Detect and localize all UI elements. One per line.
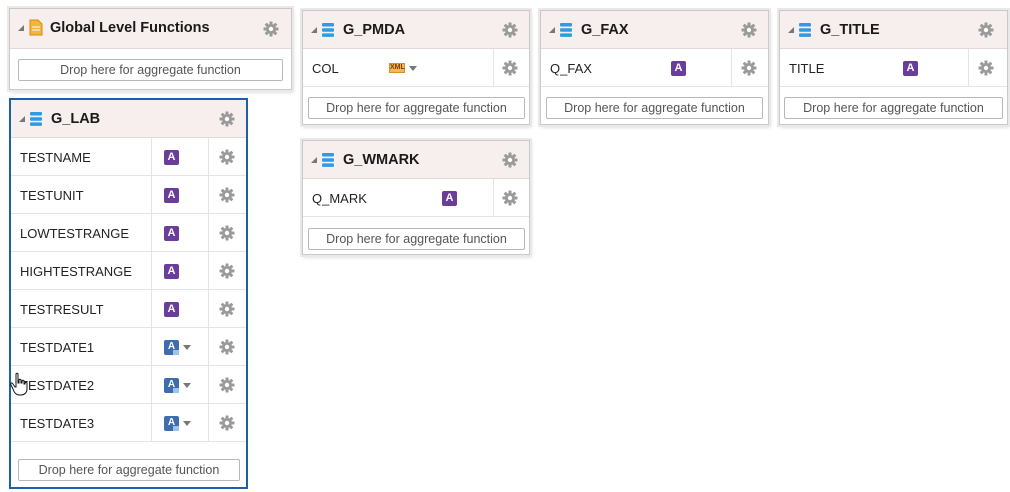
group-title: G_FAX	[581, 22, 629, 38]
global-functions-header[interactable]: Global Level Functions	[10, 9, 291, 49]
string-type-icon[interactable]: A	[164, 188, 179, 203]
aggregate-drop-zone[interactable]: Drop here for aggregate function	[546, 97, 763, 119]
collapse-triangle-icon[interactable]	[311, 157, 317, 163]
aggregate-drop-zone[interactable]: Drop here for aggregate function	[784, 97, 1003, 119]
list-item[interactable]: TESTDATE2 A	[11, 366, 246, 404]
group-header[interactable]: G_WMARK	[303, 141, 529, 179]
column-name: TESTDATE2	[20, 378, 95, 393]
global-functions-title: Global Level Functions	[50, 20, 210, 36]
column-name: LOWTESTRANGE	[20, 226, 130, 241]
list-item[interactable]: TESTDATE3 A	[11, 404, 246, 442]
collapse-triangle-icon[interactable]	[19, 116, 25, 122]
group-title: G_TITLE	[820, 22, 880, 38]
global-functions-panel: Global Level Functions Drop here for agg…	[9, 8, 292, 90]
group-g-title[interactable]: G_TITLE TITLE A Drop here for aggregate …	[779, 10, 1008, 125]
string-type-icon[interactable]: A	[164, 264, 179, 279]
string-type-icon[interactable]: A	[903, 61, 918, 76]
group-g-fax[interactable]: G_FAX Q_FAX A Drop here for aggregate fu…	[540, 10, 769, 125]
list-item[interactable]: TESTNAME A	[11, 138, 246, 176]
group-header[interactable]: G_LAB	[11, 100, 246, 138]
group-header[interactable]: G_FAX	[541, 11, 768, 49]
collapse-triangle-icon[interactable]	[311, 27, 317, 33]
column-name: TESTDATE3	[20, 416, 95, 431]
document-icon	[29, 19, 43, 36]
group-header[interactable]: G_PMDA	[303, 11, 529, 49]
chevron-down-icon[interactable]	[183, 383, 191, 388]
list-item[interactable]: TESTRESULT A	[11, 290, 246, 328]
group-title: G_WMARK	[343, 152, 420, 168]
group-header[interactable]: G_TITLE	[780, 11, 1007, 49]
aggregate-drop-zone[interactable]: Drop here for aggregate function	[308, 97, 525, 119]
list-item[interactable]: Q_MARK A	[303, 179, 529, 217]
collapse-triangle-icon[interactable]	[788, 27, 794, 33]
column-name: TESTDATE1	[20, 340, 95, 355]
group-g-lab[interactable]: G_LAB TESTNAME A TESTUNIT A LOWTESTRANGE A HIG…	[9, 98, 248, 489]
collapse-triangle-icon[interactable]	[18, 25, 24, 31]
list-item[interactable]: COL XML	[303, 49, 529, 87]
column-name: HIGHTESTRANGE	[20, 264, 132, 279]
list-item[interactable]: Q_FAX A	[541, 49, 768, 87]
date-type-icon[interactable]: A	[164, 378, 179, 393]
database-icon	[559, 22, 573, 38]
string-type-icon[interactable]: A	[442, 191, 457, 206]
group-title: G_LAB	[51, 111, 101, 127]
chevron-down-icon[interactable]	[183, 345, 191, 350]
aggregate-drop-zone[interactable]: Drop here for aggregate function	[308, 228, 525, 250]
list-item[interactable]: TITLE A	[780, 49, 1007, 87]
list-item[interactable]: HIGHTESTRANGE A	[11, 252, 246, 290]
aggregate-drop-zone[interactable]: Drop here for aggregate function	[18, 459, 240, 481]
list-item[interactable]: LOWTESTRANGE A	[11, 214, 246, 252]
group-g-pmda[interactable]: G_PMDA COL XML Drop here for aggregate f…	[302, 10, 530, 125]
group-title: G_PMDA	[343, 22, 406, 38]
xml-type-icon[interactable]: XML	[389, 63, 405, 73]
column-name: COL	[312, 61, 339, 76]
database-icon	[29, 111, 43, 127]
chevron-down-icon[interactable]	[409, 66, 417, 71]
list-item[interactable]: TESTDATE1 A	[11, 328, 246, 366]
column-name: Q_MARK	[312, 191, 367, 206]
collapse-triangle-icon[interactable]	[549, 27, 555, 33]
string-type-icon[interactable]: A	[164, 226, 179, 241]
group-g-wmark[interactable]: G_WMARK Q_MARK A Drop here for aggregate…	[302, 140, 530, 255]
database-icon	[321, 152, 335, 168]
chevron-down-icon[interactable]	[183, 421, 191, 426]
database-icon	[798, 22, 812, 38]
column-name: TITLE	[789, 61, 825, 76]
aggregate-drop-zone[interactable]: Drop here for aggregate function	[18, 59, 283, 81]
column-name: TESTNAME	[20, 150, 91, 165]
string-type-icon[interactable]: A	[164, 302, 179, 317]
list-item[interactable]: TESTUNIT A	[11, 176, 246, 214]
column-name: Q_FAX	[550, 61, 592, 76]
date-type-icon[interactable]: A	[164, 416, 179, 431]
column-name: TESTUNIT	[20, 188, 84, 203]
date-type-icon[interactable]: A	[164, 340, 179, 355]
column-name: TESTRESULT	[20, 302, 104, 317]
database-icon	[321, 22, 335, 38]
string-type-icon[interactable]: A	[671, 61, 686, 76]
hand-cursor-icon	[10, 372, 28, 396]
string-type-icon[interactable]: A	[164, 150, 179, 165]
